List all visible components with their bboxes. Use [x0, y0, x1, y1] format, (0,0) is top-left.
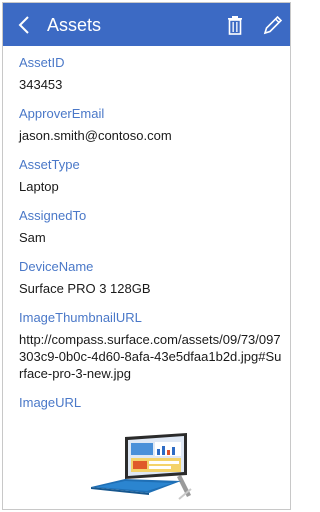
field-label: AssetID [19, 55, 65, 70]
delete-button[interactable] [225, 14, 245, 36]
field-asset-type: AssetType Laptop [19, 156, 284, 195]
field-assigned-to: AssignedTo Sam [19, 207, 284, 246]
field-label: ImageThumbnailURL [19, 310, 142, 325]
chevron-left-icon [18, 16, 29, 34]
field-value: http://compass.surface.com/assets/09/73/… [19, 332, 282, 381]
field-value: jason.smith@contoso.com [19, 128, 172, 143]
field-asset-id: AssetID 343453 [19, 54, 284, 93]
page-title: Assets [47, 15, 102, 35]
asset-details: AssetID 343453 ApproverEmail jason.smith… [19, 54, 284, 424]
field-value: Laptop [19, 179, 59, 194]
trash-icon [228, 16, 242, 35]
field-label: ImageURL [19, 395, 82, 410]
field-value: Surface PRO 3 128GB [19, 281, 151, 296]
field-label: AssetType [19, 157, 80, 172]
field-value: 343453 [19, 77, 63, 92]
field-device-name: DeviceName Surface PRO 3 128GB [19, 258, 284, 297]
field-approver-email: ApproverEmail jason.smith@contoso.com [19, 105, 284, 144]
header-bar: Assets [3, 3, 290, 46]
device-image [83, 431, 199, 503]
pencil-icon [263, 15, 283, 35]
edit-button[interactable] [262, 14, 284, 36]
field-value: Sam [19, 230, 46, 245]
field-label: DeviceName [19, 259, 94, 274]
laptop-image [91, 433, 192, 500]
field-image-url: ImageURL [19, 394, 284, 412]
back-button[interactable] [15, 14, 35, 36]
field-label: ApproverEmail [19, 106, 105, 121]
field-image-thumbnail-url: ImageThumbnailURL http://compass.surface… [19, 309, 284, 382]
app-frame: Assets AssetID 343453 ApproverEmail jaso… [2, 2, 291, 510]
field-label: AssignedTo [19, 208, 87, 223]
